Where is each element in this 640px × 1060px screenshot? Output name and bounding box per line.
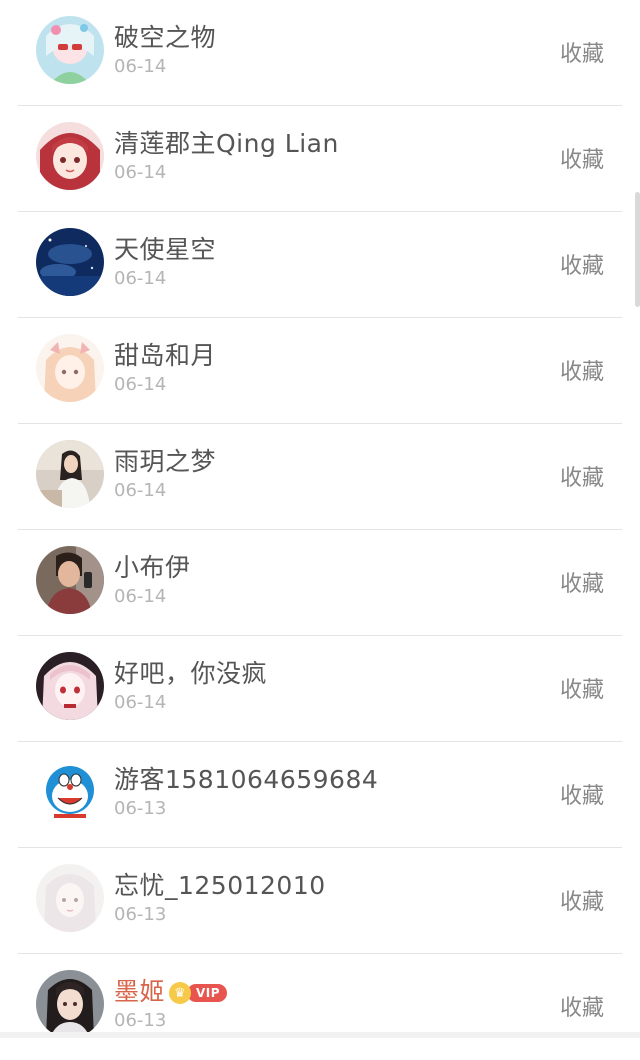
avatar[interactable] — [36, 228, 104, 296]
avatar[interactable] — [36, 16, 104, 84]
item-date: 06-14 — [114, 268, 167, 289]
user-name: 小布伊 — [114, 553, 191, 582]
list-item[interactable]: 墨姬 ♛ VIP 06-13 收藏 — [18, 954, 622, 1060]
favorite-button[interactable]: 收藏 — [560, 354, 604, 386]
favorite-button[interactable]: 收藏 — [560, 672, 604, 704]
avatar[interactable] — [36, 652, 104, 720]
vip-badges: ♛ VIP — [169, 982, 228, 1004]
avatar[interactable] — [36, 970, 104, 1038]
vip-badge: VIP — [187, 984, 228, 1002]
list-item[interactable]: 清莲郡主Qing Lian 06-14 收藏 — [18, 106, 622, 212]
user-name: 墨姬 ♛ VIP — [114, 972, 228, 1008]
user-name: 雨玥之梦 — [114, 447, 217, 476]
user-name: 破空之物 — [114, 23, 217, 52]
favorite-button[interactable]: 收藏 — [560, 778, 604, 810]
list-item[interactable]: 好吧，你没疯 06-14 收藏 — [18, 636, 622, 742]
favorite-button[interactable]: 收藏 — [560, 566, 604, 598]
avatar[interactable] — [36, 122, 104, 190]
avatar[interactable] — [36, 440, 104, 508]
list-item[interactable]: 游客1581064659684 06-13 收藏 — [18, 742, 622, 848]
avatar[interactable] — [36, 864, 104, 932]
bottom-edge — [0, 1032, 640, 1038]
list-item[interactable]: 甜岛和月 06-14 收藏 — [18, 318, 622, 424]
user-name: 好吧，你没疯 — [114, 659, 268, 688]
item-date: 06-14 — [114, 692, 167, 713]
avatar[interactable] — [36, 334, 104, 402]
list-item[interactable]: 小布伊 06-14 收藏 — [18, 530, 622, 636]
item-date: 06-14 — [114, 374, 167, 395]
item-date: 06-14 — [114, 480, 167, 501]
list-item[interactable]: 忘忧_125012010 06-13 收藏 — [18, 848, 622, 954]
item-date: 06-14 — [114, 56, 167, 77]
scrollbar[interactable] — [635, 192, 640, 307]
item-date: 06-14 — [114, 162, 167, 183]
user-name-text: 墨姬 — [114, 977, 166, 1006]
favorite-button[interactable]: 收藏 — [560, 884, 604, 916]
user-name: 甜岛和月 — [114, 341, 217, 370]
crown-icon: ♛ — [169, 982, 192, 1004]
favorite-button[interactable]: 收藏 — [560, 990, 604, 1022]
user-name: 游客1581064659684 — [114, 765, 379, 794]
avatar[interactable] — [36, 546, 104, 614]
favorite-button[interactable]: 收藏 — [560, 460, 604, 492]
item-date: 06-13 — [114, 798, 167, 819]
list-item[interactable]: 雨玥之梦 06-14 收藏 — [18, 424, 622, 530]
favorite-button[interactable]: 收藏 — [560, 142, 604, 174]
list-item[interactable]: 破空之物 06-14 收藏 — [18, 0, 622, 106]
list-item[interactable]: 天使星空 06-14 收藏 — [18, 212, 622, 318]
item-date: 06-13 — [114, 1010, 167, 1031]
user-name: 忘忧_125012010 — [114, 871, 326, 900]
user-name: 清莲郡主Qing Lian — [114, 129, 339, 158]
item-date: 06-14 — [114, 586, 167, 607]
favorite-button[interactable]: 收藏 — [560, 36, 604, 68]
item-date: 06-13 — [114, 904, 167, 925]
favorite-button[interactable]: 收藏 — [560, 248, 604, 280]
user-name: 天使星空 — [114, 235, 217, 264]
avatar[interactable] — [36, 758, 104, 826]
